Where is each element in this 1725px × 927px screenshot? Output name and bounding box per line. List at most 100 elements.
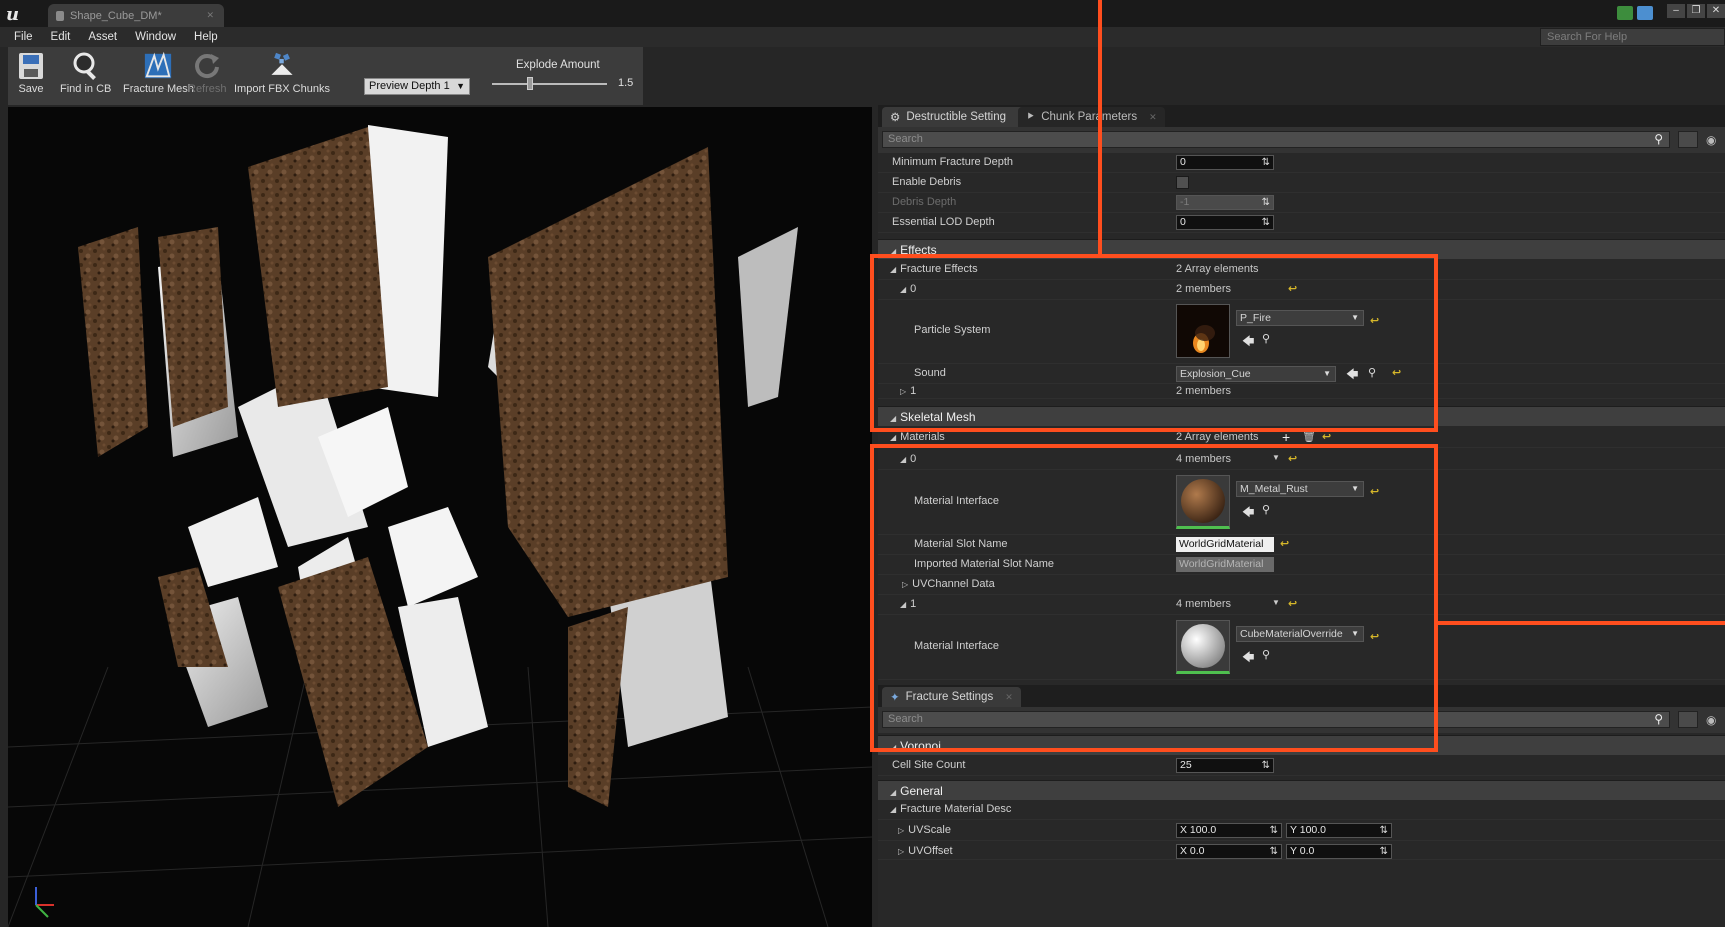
save-button[interactable]: Save: [16, 49, 46, 95]
material-slot-name-input[interactable]: WorldGridMaterial: [1176, 537, 1274, 552]
chevron-down-icon[interactable]: ▼: [1272, 453, 1280, 462]
row-uvchannel-data[interactable]: ▷ UVChannel Data: [878, 575, 1725, 595]
fracture-settings-icon: ✦: [890, 692, 900, 704]
sound-asset-dropdown[interactable]: Explosion_Cue ▼: [1176, 366, 1336, 382]
help-search-input[interactable]: Search For Help: [1540, 28, 1725, 46]
spin-arrows-icon[interactable]: ⇅: [1270, 824, 1278, 837]
close-tab-icon[interactable]: ✕: [1005, 692, 1013, 703]
collapse-triangle-icon[interactable]: ◢: [900, 285, 906, 294]
browse-search-icon[interactable]: ⚲: [1262, 648, 1270, 661]
source-control-icon[interactable]: [1617, 6, 1633, 20]
use-selected-arrow-icon[interactable]: 🡄: [1242, 503, 1254, 524]
cell-site-count-field[interactable]: 25 ⇅: [1176, 758, 1274, 773]
import-fbx-chunks-button[interactable]: Import FBX Chunks: [234, 49, 330, 95]
tab-fracture-settings[interactable]: ✦ Fracture Settings ✕: [882, 687, 1021, 707]
reset-to-default-icon[interactable]: ↩: [1288, 597, 1297, 610]
collapse-triangle-icon[interactable]: ◢: [890, 433, 896, 442]
reset-to-default-icon[interactable]: ↩: [1280, 537, 1289, 550]
menu-window[interactable]: Window: [135, 31, 176, 43]
reset-to-default-icon[interactable]: ↩: [1370, 630, 1379, 643]
chevron-down-icon[interactable]: ▼: [1272, 598, 1280, 607]
use-selected-arrow-icon[interactable]: 🡄: [1346, 365, 1358, 386]
minimum-fracture-depth-field[interactable]: 0 ⇅: [1176, 155, 1274, 170]
preview-depth-dropdown[interactable]: Preview Depth 1 ▼: [364, 78, 470, 95]
expand-triangle-icon[interactable]: ▷: [898, 847, 904, 856]
add-element-icon[interactable]: +: [1282, 429, 1290, 445]
skeletal-mesh-title: Skeletal Mesh: [900, 410, 976, 424]
chevron-down-icon: ▼: [456, 81, 465, 91]
spin-arrows-icon[interactable]: ⇅: [1262, 156, 1270, 169]
browse-search-icon[interactable]: ⚲: [1262, 503, 1270, 516]
spin-arrows-icon[interactable]: ⇅: [1262, 759, 1270, 772]
category-skeletal-mesh[interactable]: ◢ Skeletal Mesh: [878, 406, 1725, 426]
menu-edit[interactable]: Edit: [51, 31, 71, 43]
tab-destructible-settings[interactable]: ⚙ Destructible Setting ✕: [882, 107, 1034, 127]
category-voronoi[interactable]: ◢ Voronoi: [878, 735, 1725, 755]
reset-to-default-icon[interactable]: ↩: [1288, 452, 1297, 465]
spin-arrows-icon[interactable]: ⇅: [1380, 824, 1388, 837]
expand-triangle-icon[interactable]: ▷: [900, 387, 906, 396]
document-tab[interactable]: Shape_Cube_DM* ✕: [48, 4, 224, 27]
general-title: General: [900, 784, 943, 798]
use-selected-arrow-icon[interactable]: 🡄: [1242, 648, 1254, 669]
delete-trash-icon[interactable]: 🗑: [1302, 430, 1316, 443]
element-0-members: 2 members: [1176, 283, 1232, 295]
eye-icon[interactable]: ◉: [1706, 133, 1716, 147]
menu-bar: File Edit Asset Window Help: [0, 27, 1725, 47]
menu-help[interactable]: Help: [194, 31, 218, 43]
browse-search-icon[interactable]: ⚲: [1368, 366, 1376, 379]
reset-to-default-icon[interactable]: ↩: [1288, 282, 1297, 295]
search-placeholder: Search: [888, 133, 923, 145]
minimize-icon[interactable]: –: [1667, 4, 1685, 18]
notification-icon[interactable]: [1637, 6, 1653, 20]
collapse-triangle-icon[interactable]: ◢: [900, 600, 906, 609]
property-matrix-button[interactable]: [1678, 711, 1698, 728]
bottom-search-input[interactable]: Search ⚲: [882, 711, 1670, 728]
reset-to-default-icon[interactable]: ↩: [1370, 314, 1379, 327]
category-effects[interactable]: ◢ Effects: [878, 239, 1725, 259]
spin-arrows-icon[interactable]: ⇅: [1270, 845, 1278, 858]
reset-to-default-icon[interactable]: ↩: [1322, 430, 1331, 443]
fracture-effects-count: 2 Array elements: [1176, 263, 1259, 275]
browse-search-icon[interactable]: ⚲: [1262, 332, 1270, 345]
menu-file[interactable]: File: [14, 31, 33, 43]
uvoffset-x-field[interactable]: X 0.0 ⇅: [1176, 844, 1282, 859]
use-selected-arrow-icon[interactable]: 🡄: [1242, 332, 1254, 353]
viewport[interactable]: [8, 107, 872, 927]
eye-icon[interactable]: ◉: [1706, 713, 1716, 727]
close-tab-icon[interactable]: ✕: [1149, 112, 1157, 123]
uvscale-x-field[interactable]: X 100.0 ⇅: [1176, 823, 1282, 838]
row-material-interface-0: Material Interface M_Metal_Rust ▼ ↩ 🡄 ⚲: [878, 471, 1725, 535]
expand-triangle-icon[interactable]: ▷: [898, 826, 904, 835]
close-tab-icon[interactable]: ✕: [206, 10, 214, 21]
refresh-button[interactable]: Refresh: [188, 49, 227, 95]
uvscale-y-field[interactable]: Y 100.0 ⇅: [1286, 823, 1392, 838]
enable-debris-checkbox[interactable]: [1176, 176, 1189, 189]
explode-amount-slider[interactable]: [492, 83, 607, 85]
category-general[interactable]: ◢ General: [878, 780, 1725, 800]
close-window-icon[interactable]: ✕: [1707, 4, 1725, 18]
essential-lod-depth-field[interactable]: 0 ⇅: [1176, 215, 1274, 230]
spin-arrows-icon[interactable]: ⇅: [1380, 845, 1388, 858]
material-0-dropdown[interactable]: M_Metal_Rust ▼: [1236, 481, 1364, 497]
reset-to-default-icon[interactable]: ↩: [1370, 485, 1379, 498]
top-search-input[interactable]: Search ⚲: [882, 131, 1670, 148]
reset-to-default-icon[interactable]: ↩: [1392, 366, 1401, 379]
collapse-triangle-icon[interactable]: ◢: [890, 265, 896, 274]
explode-slider-handle[interactable]: [527, 77, 533, 90]
spin-arrows-icon[interactable]: ⇅: [1262, 216, 1270, 229]
material-0-members: 4 members: [1176, 453, 1232, 465]
property-matrix-button[interactable]: [1678, 131, 1698, 148]
find-in-cb-button[interactable]: Find in CB: [60, 49, 111, 95]
uvoffset-y-field[interactable]: Y 0.0 ⇅: [1286, 844, 1392, 859]
particle-asset-dropdown[interactable]: P_Fire ▼: [1236, 310, 1364, 326]
collapse-triangle-icon[interactable]: ◢: [890, 805, 896, 814]
restore-icon[interactable]: ❐: [1687, 4, 1705, 18]
tab-chunk-parameters[interactable]: ⯈ Chunk Parameters ✕: [1018, 107, 1165, 127]
fracture-mesh-button[interactable]: Fracture Mesh: [123, 49, 194, 95]
menu-asset[interactable]: Asset: [88, 31, 117, 43]
material-1-dropdown[interactable]: CubeMaterialOverride ▼: [1236, 626, 1364, 642]
expand-triangle-icon[interactable]: ▷: [902, 580, 908, 589]
chevron-down-icon: ▼: [1351, 629, 1359, 638]
collapse-triangle-icon[interactable]: ◢: [900, 455, 906, 464]
